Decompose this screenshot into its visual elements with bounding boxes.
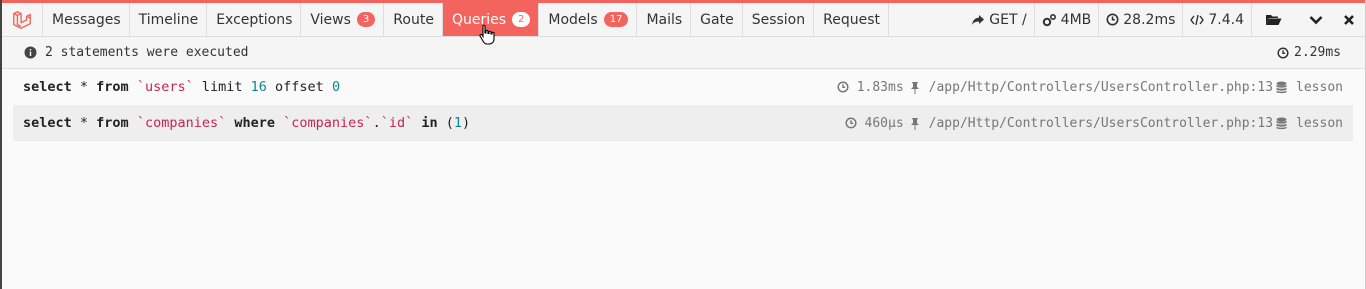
sql-keyword: select [23, 115, 72, 131]
query-connection: lesson [1296, 115, 1343, 131]
code-icon [1190, 14, 1205, 25]
tab-session[interactable]: Session [743, 3, 815, 36]
total-time-label: 2.29ms [1294, 45, 1341, 60]
hand-cursor-icon [479, 24, 495, 45]
info-icon [24, 46, 37, 59]
tab-count-badge: 2 [512, 12, 531, 27]
share-icon [972, 14, 985, 25]
thumbtack-icon [910, 117, 924, 130]
query-row[interactable]: select * from `companies` where `compani… [13, 105, 1353, 141]
tab-gate[interactable]: Gate [691, 3, 743, 36]
sql-text: offset [266, 79, 332, 95]
minimize-button[interactable] [1299, 3, 1332, 36]
tab-label: Session [751, 11, 806, 28]
sql-keyword: from [96, 115, 129, 131]
sql-text: ) [462, 115, 471, 131]
sql-text: ( [437, 115, 454, 131]
total-time: 2.29ms [1277, 45, 1341, 60]
queries-summary-bar: 2 statements were executed 2.29ms [2, 37, 1365, 69]
query-connection: lesson [1296, 79, 1343, 95]
tab-list: Messages Timeline Exceptions Views 3 Route Que… [43, 3, 889, 36]
database-icon [1276, 117, 1291, 130]
tab-mails[interactable]: Mails [637, 3, 692, 36]
query-source: /app/Http/Controllers/UsersController.ph… [928, 79, 1274, 95]
query-duration: 1.83ms [856, 79, 904, 95]
sql-text: * [71, 79, 97, 95]
chevron-down-icon [1309, 15, 1322, 24]
tab-views[interactable]: Views 3 [301, 3, 385, 36]
tab-label: Gate [700, 11, 734, 28]
tab-models[interactable]: Models 17 [539, 3, 638, 36]
sql-number: 0 [331, 79, 341, 95]
time-label: 28.2ms [1123, 11, 1176, 28]
tab-count-badge: 17 [603, 12, 629, 27]
query-sql: select * from `users` limit 16 offset 0 [23, 79, 340, 95]
tab-route[interactable]: Route [384, 3, 443, 36]
laravel-logo-icon[interactable] [2, 3, 43, 36]
query-sql: select * from `companies` where `compani… [23, 115, 470, 131]
clock-icon [844, 117, 861, 129]
clock-icon [1106, 13, 1119, 26]
clock-icon [837, 81, 853, 93]
tab-count-badge: 3 [356, 12, 376, 27]
tab-exceptions[interactable]: Exceptions [207, 3, 302, 36]
open-button[interactable] [1251, 3, 1299, 36]
sql-identifier: `users` [136, 79, 194, 95]
tab-label: Request [823, 11, 880, 28]
sql-text: * [71, 115, 97, 131]
tab-label: Models [548, 11, 598, 28]
sql-keyword: select [23, 79, 72, 95]
folder-open-icon [1266, 15, 1282, 25]
close-button[interactable] [1332, 3, 1365, 36]
clock-icon [1277, 46, 1289, 59]
sql-number: 16 [250, 79, 267, 95]
sql-keyword: in [421, 115, 438, 131]
query-source: /app/Http/Controllers/UsersController.ph… [928, 115, 1274, 131]
sql-keyword: where [234, 115, 276, 131]
database-icon [1276, 81, 1291, 94]
tab-label: Route [393, 11, 434, 28]
query-row[interactable]: select * from `users` limit 16 offset 01… [13, 69, 1353, 105]
php-version-label: 7.4.4 [1208, 11, 1244, 28]
tab-label: Views [310, 11, 351, 28]
tab-label: Mails [646, 11, 683, 28]
tab-label: Timeline [138, 11, 199, 28]
tab-label: Messages [52, 11, 121, 28]
debugbar-header: Messages Timeline Exceptions Views 3 Route Que… [2, 0, 1365, 37]
close-icon [1343, 14, 1354, 25]
time-indicator[interactable]: 28.2ms [1098, 3, 1182, 36]
sql-number: 1 [453, 115, 463, 131]
memory-label: 4MB [1060, 11, 1092, 28]
sql-identifier: `companies` [283, 115, 373, 131]
memory-indicator[interactable]: 4MB [1033, 3, 1099, 36]
query-meta: 460μs/app/Http/Controllers/UsersControll… [844, 115, 1353, 131]
tab-messages[interactable]: Messages [43, 3, 130, 36]
query-duration: 460μs [864, 115, 904, 131]
cogs-icon [1042, 13, 1056, 26]
tab-timeline[interactable]: Timeline [130, 3, 208, 36]
route-label: GET / [989, 11, 1027, 28]
sql-text: . [372, 115, 381, 131]
sql-text: limit [193, 79, 251, 95]
php-version-indicator[interactable]: 7.4.4 [1182, 3, 1251, 36]
statements-count-text: 2 statements were executed [45, 45, 249, 60]
tab-label: Exceptions [216, 11, 293, 28]
sql-identifier: `companies` [136, 115, 227, 131]
thumbtack-icon [910, 81, 924, 94]
tab-request[interactable]: Request [814, 3, 889, 36]
sql-keyword: from [96, 79, 129, 95]
sql-identifier: `id` [380, 115, 414, 131]
route-indicator[interactable]: GET / [964, 3, 1033, 36]
query-meta: 1.83ms/app/Http/Controllers/UsersControl… [837, 80, 1353, 95]
